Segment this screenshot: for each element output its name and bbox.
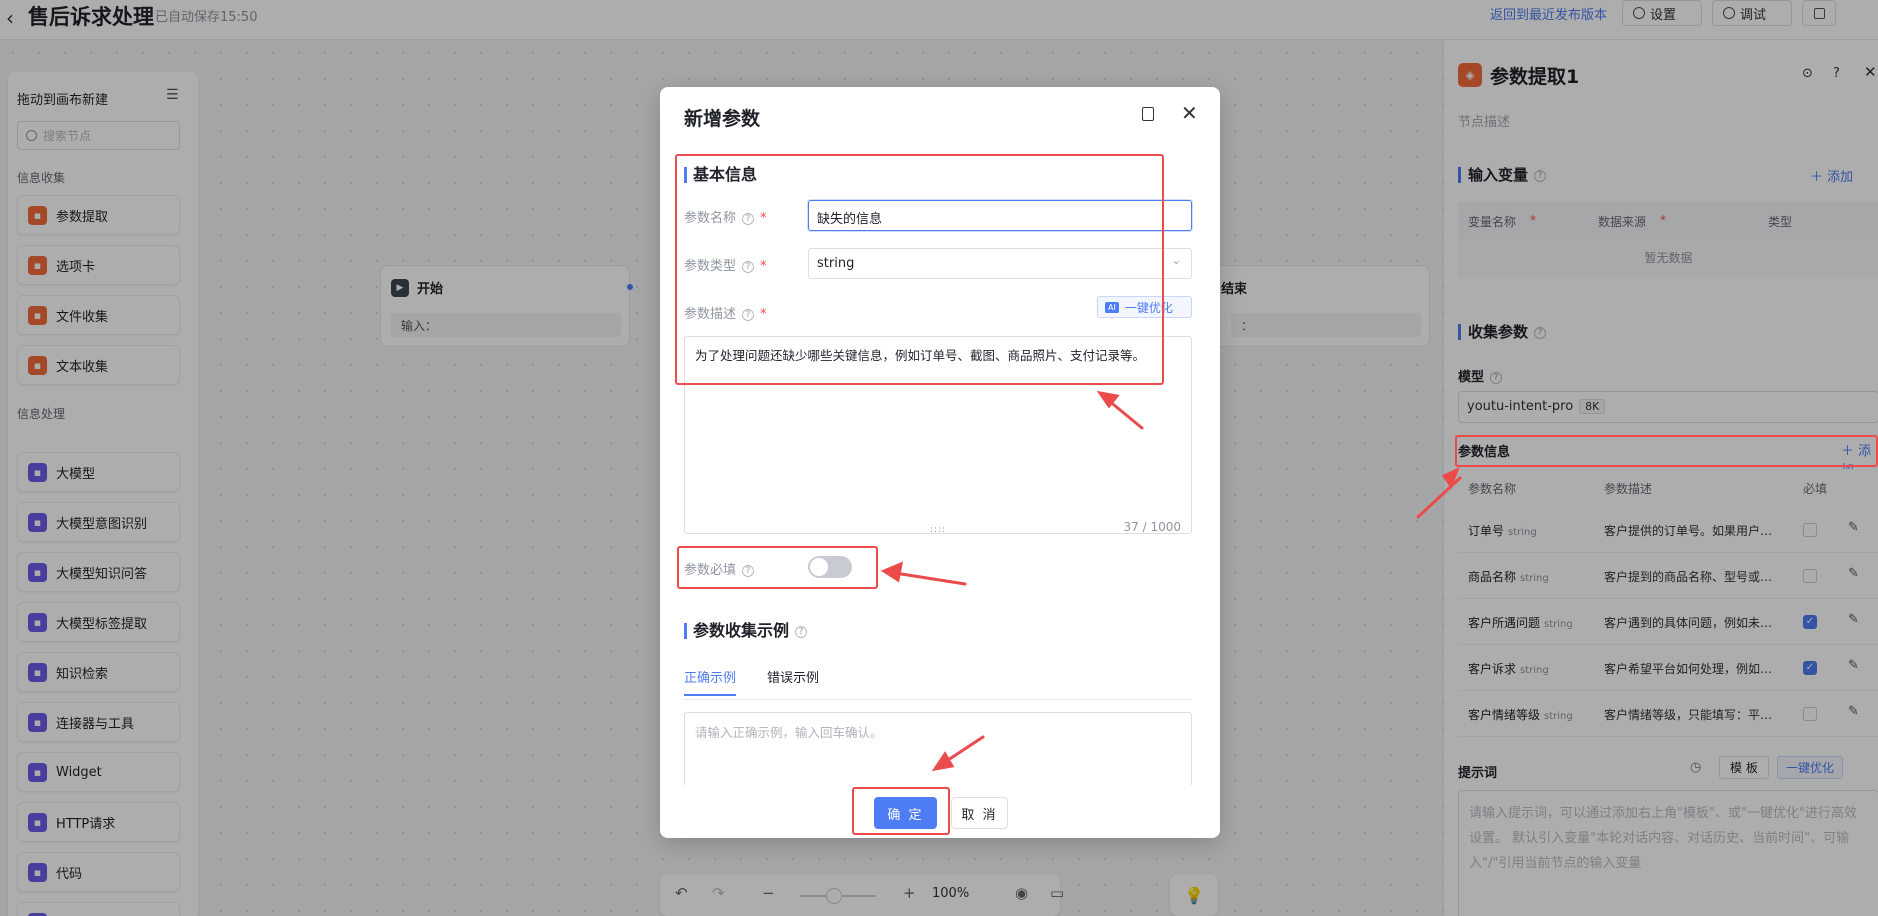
highlight-required (677, 546, 878, 589)
tab-correct-example[interactable]: 正确示例 (684, 667, 737, 696)
highlight-confirm (852, 787, 950, 835)
examples-title-text: 参数收集示例 (693, 621, 790, 640)
close-icon[interactable]: ✕ (1181, 101, 1198, 125)
help-icon[interactable]: ? (795, 625, 808, 638)
dialog-title: 新增参数 (684, 108, 761, 130)
tab-divider (684, 699, 1192, 700)
resize-handle-icon[interactable]: :::: (930, 521, 946, 539)
char-count: 37 / 1000 (1123, 520, 1181, 534)
docs-icon[interactable] (1142, 107, 1154, 121)
chevron-down-icon: ⌄ (1171, 254, 1181, 267)
examples-title: 参数收集示例? (684, 621, 808, 640)
cancel-button[interactable]: 取 消 (951, 797, 1008, 829)
highlight-param-info (1455, 435, 1878, 467)
tab-wrong-example[interactable]: 错误示例 (767, 667, 819, 686)
highlight-basic-info (675, 154, 1164, 385)
